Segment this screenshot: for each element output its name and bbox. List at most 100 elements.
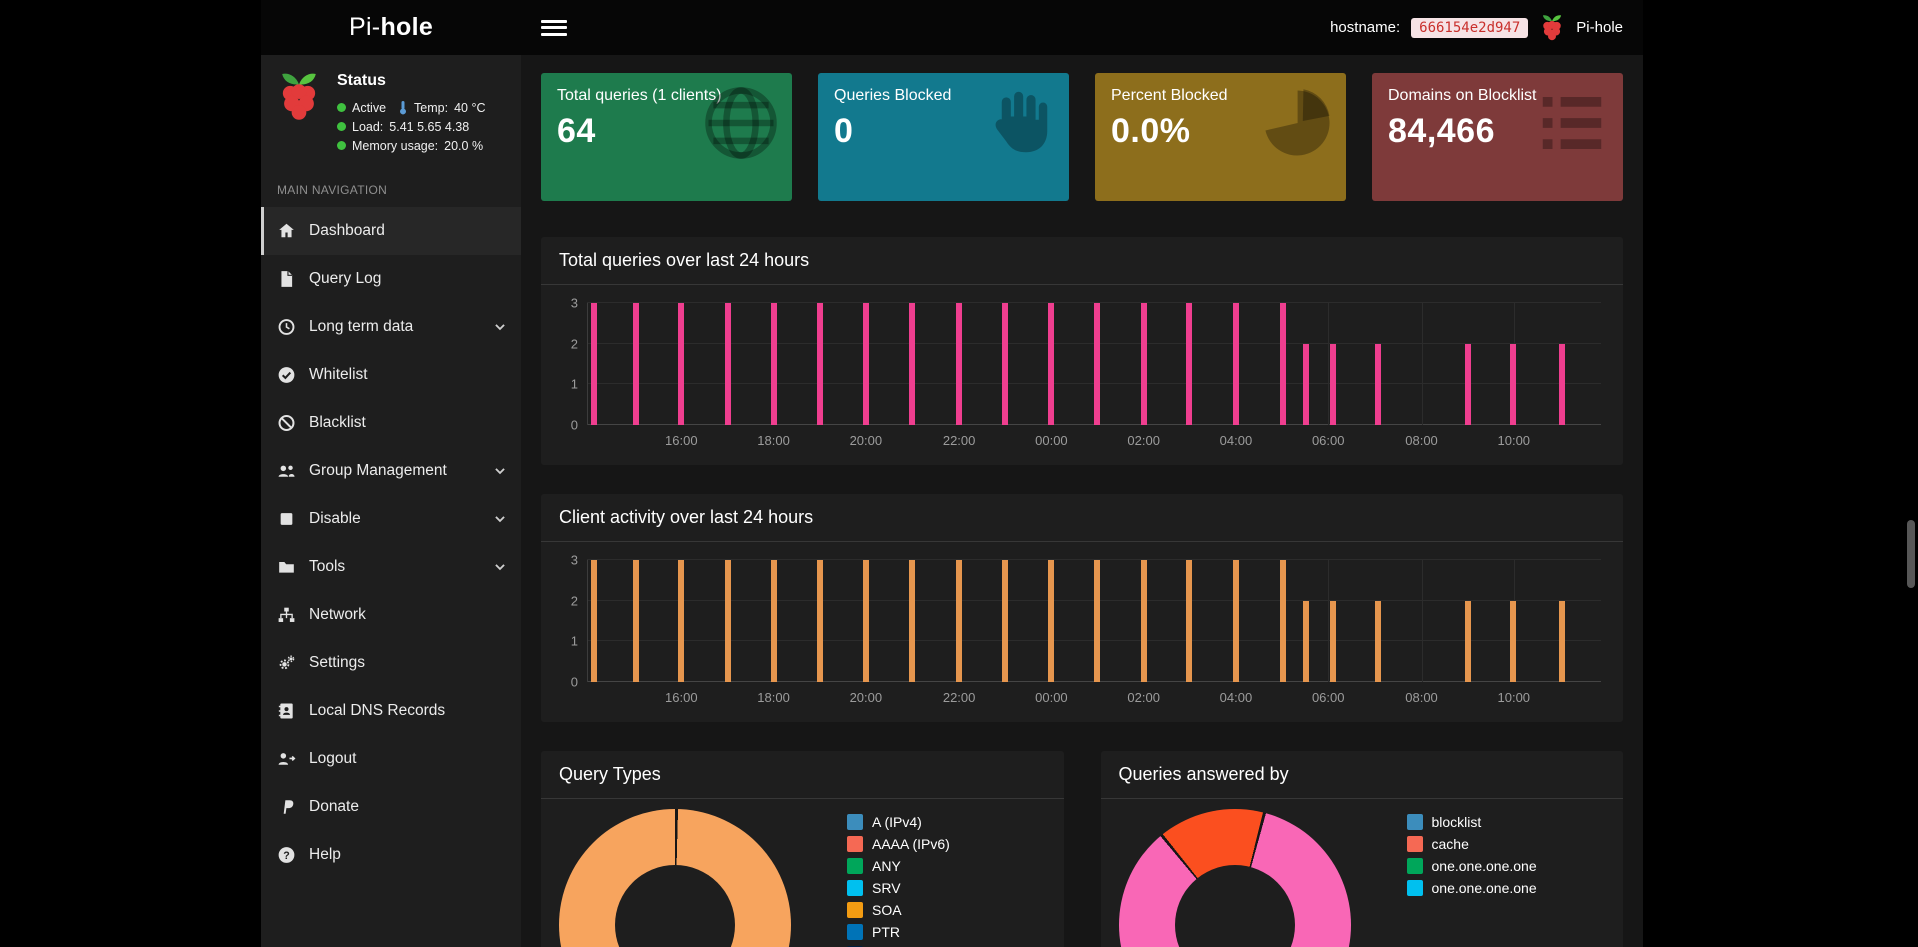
y-axis-label: 1: [571, 378, 578, 391]
sidebar-item-whitelist[interactable]: Whitelist: [261, 351, 521, 399]
query-types-panel: Query Types A (IPv4)AAAA (IPv6)ANYSRVSOA…: [541, 751, 1064, 947]
bar: [956, 560, 962, 682]
bar: [1330, 601, 1336, 682]
bar: [956, 303, 962, 425]
sidebar-item-network[interactable]: Network: [261, 591, 521, 639]
status-line-load: Load: 5.41 5.65 4.38: [337, 117, 486, 136]
legend-swatch: [1407, 858, 1423, 874]
sidebar-item-logout[interactable]: Logout: [261, 735, 521, 783]
menu-label: Query Log: [309, 270, 381, 288]
donut-chart-queries-answered-by[interactable]: [1119, 809, 1351, 947]
legend-label: blocklist: [1432, 814, 1482, 830]
y-axis-line: [587, 303, 588, 425]
client-activity-panel: Client activity over last 24 hours 0123 1…: [541, 494, 1623, 722]
bar: [1186, 303, 1192, 425]
bar: [771, 560, 777, 682]
bar-plot-area: 0123: [587, 560, 1601, 682]
pihole-logo-icon: [275, 70, 323, 134]
temp-value: 40 °C: [454, 101, 485, 115]
panel-header: Total queries over last 24 hours: [541, 237, 1623, 285]
sidebar-toggle-button[interactable]: [541, 18, 567, 38]
legend-swatch: [847, 880, 863, 896]
query-types-chart[interactable]: A (IPv4)AAAA (IPv6)ANYSRVSOAPTRTXTNAPTR: [541, 799, 1064, 947]
sidebar-item-long-term-data[interactable]: Long term data: [261, 303, 521, 351]
panel-title: Client activity over last 24 hours: [559, 507, 813, 527]
total-queries-chart[interactable]: 012316:0018:0020:0022:0000:0002:0004:000…: [541, 285, 1623, 465]
bar: [1465, 601, 1471, 682]
pie-chart-icon: [1256, 84, 1334, 162]
total-queries-panel: Total queries over last 24 hours 012316:…: [541, 237, 1623, 465]
legend-item-ptr: PTR: [847, 921, 950, 943]
summary-card-domains-on-blocklist: Domains on Blocklist84,466: [1372, 73, 1623, 201]
queries-answered-panel: Queries answered by blocklistcacheone.on…: [1101, 751, 1624, 947]
bar: [1465, 344, 1471, 425]
donut-body: A (IPv4)AAAA (IPv6)ANYSRVSOAPTRTXTNAPTR: [541, 799, 1064, 947]
gridline-x: [1422, 303, 1423, 425]
panel-header: Client activity over last 24 hours: [541, 494, 1623, 542]
app-body: Status Active Temp: 40 °C Lo: [261, 55, 1643, 947]
status-active-label: Active: [352, 101, 386, 115]
menu-label: Disable: [309, 510, 361, 528]
sidebar-item-dashboard[interactable]: Dashboard: [261, 207, 521, 255]
chevron-down-icon: [493, 464, 507, 478]
summary-cards: Total queries (1 clients)64Queries Block…: [541, 73, 1623, 201]
x-axis-label: 02:00: [1127, 690, 1160, 705]
queries-answered-chart[interactable]: blocklistcacheone.one.one.oneone.one.one…: [1101, 799, 1624, 947]
globe-icon: [702, 84, 780, 162]
brand-logo[interactable]: Pi-hole: [261, 0, 521, 55]
gridline-x: [1328, 303, 1329, 425]
donut-chart-query-types[interactable]: [559, 809, 791, 947]
sidebar-item-query-log[interactable]: Query Log: [261, 255, 521, 303]
client-activity-chart[interactable]: 012316:0018:0020:0022:0000:0002:0004:000…: [541, 542, 1623, 722]
sidebar-item-help[interactable]: ?Help: [261, 831, 521, 879]
navbar-main: hostname: 666154e2d947 Pi-hole: [521, 0, 1643, 55]
list-icon: [1533, 84, 1611, 162]
sidebar-item-donate[interactable]: Donate: [261, 783, 521, 831]
sidebar-item-tools[interactable]: Tools: [261, 543, 521, 591]
x-axis-label: 04:00: [1220, 690, 1253, 705]
navbar-right: hostname: 666154e2d947 Pi-hole: [1330, 13, 1623, 43]
chevron-down-icon: [493, 560, 507, 574]
question-circle-icon: ?: [277, 846, 296, 864]
sidebar-menu: Dashboard Query Log Long term dataWhitelis…: [261, 207, 521, 879]
bar: [1375, 344, 1381, 425]
legend-swatch: [847, 924, 863, 940]
status-line-active: Active Temp: 40 °C: [337, 98, 486, 117]
bar: [1559, 344, 1565, 425]
bar: [1510, 344, 1516, 425]
bar: [1002, 560, 1008, 682]
x-axis-label: 18:00: [757, 433, 790, 448]
bar: [1094, 303, 1100, 425]
status-line-memory: Memory usage: 20.0 %: [337, 136, 486, 155]
bar: [1233, 303, 1239, 425]
status-dot: [337, 141, 346, 150]
legend-swatch: [847, 858, 863, 874]
sidebar-item-disable[interactable]: Disable: [261, 495, 521, 543]
clock-icon: [277, 318, 296, 336]
panel-title: Total queries over last 24 hours: [559, 250, 809, 270]
x-axis-label: 02:00: [1127, 433, 1160, 448]
memory-value: 20.0 %: [444, 139, 483, 153]
bar: [1303, 344, 1309, 425]
bar: [1233, 560, 1239, 682]
x-axis-label: 04:00: [1220, 433, 1253, 448]
y-axis-label: 3: [571, 554, 578, 567]
bar-plot-area: 0123: [587, 303, 1601, 425]
menu-label: Local DNS Records: [309, 702, 445, 720]
sidebar-item-settings[interactable]: Settings: [261, 639, 521, 687]
sidebar-item-local-dns-records[interactable]: Local DNS Records: [261, 687, 521, 735]
x-axis-label: 10:00: [1498, 690, 1531, 705]
file-icon: [277, 270, 296, 288]
x-axis-label: 00:00: [1035, 690, 1068, 705]
navbar-brand-text: Pi-hole: [1576, 19, 1623, 36]
chart-legend: blocklistcacheone.one.one.oneone.one.one…: [1407, 809, 1537, 899]
sidebar-item-blacklist[interactable]: Blacklist: [261, 399, 521, 447]
panel-header: Queries answered by: [1101, 751, 1624, 799]
sidebar-item-group-management[interactable]: Group Management: [261, 447, 521, 495]
y-axis-line: [587, 560, 588, 682]
page-scrollbar-thumb[interactable]: [1907, 520, 1915, 588]
legend-item-a-ipv4: A (IPv4): [847, 811, 950, 833]
legend-item-blocklist: blocklist: [1407, 811, 1537, 833]
legend-label: SRV: [872, 880, 901, 896]
y-axis-label: 2: [571, 337, 578, 350]
